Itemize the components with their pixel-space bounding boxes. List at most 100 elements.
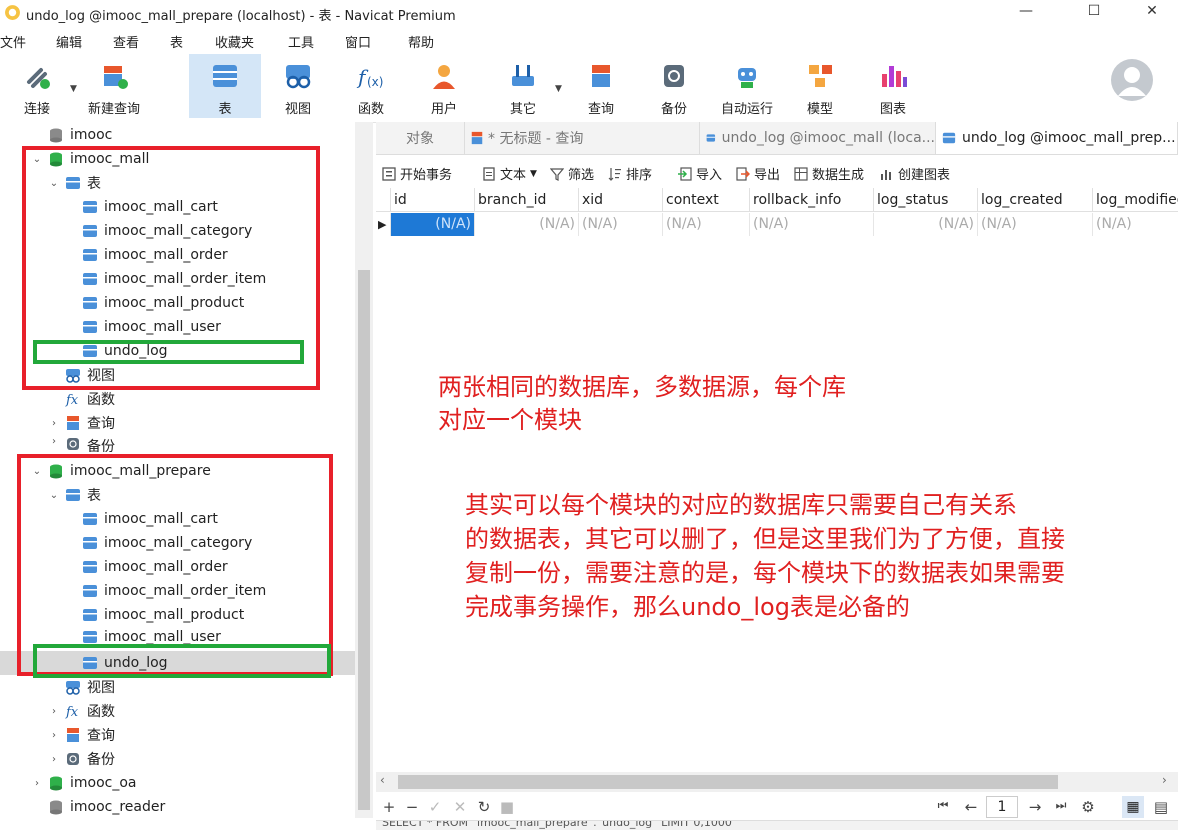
chevron-right-icon[interactable]: › (47, 754, 61, 765)
chevron-right-icon[interactable]: › (47, 706, 61, 717)
begin-transaction-button[interactable]: 开始事务 (382, 164, 452, 183)
tree-functions[interactable]: fx 函数 (65, 388, 115, 410)
discard-changes-icon[interactable]: ✕ (451, 798, 469, 816)
minimize-button[interactable]: — (1006, 0, 1046, 22)
avatar[interactable] (1110, 58, 1154, 102)
first-page-icon[interactable]: ⏮ (934, 798, 952, 813)
menu-help[interactable]: 帮助 (408, 32, 434, 51)
column-header[interactable]: log_status (874, 188, 978, 212)
transaction-icon (382, 166, 396, 181)
query-button[interactable]: 查询 (569, 54, 633, 118)
model-button[interactable]: 模型 (788, 54, 852, 118)
tree-backups[interactable]: › 备份 (47, 436, 115, 452)
stop-icon[interactable]: ■ (498, 798, 516, 816)
scroll-right-icon[interactable]: › (1162, 773, 1167, 787)
grid-view-icon[interactable]: ▦ (1122, 796, 1144, 818)
scrollbar-thumb[interactable] (358, 270, 370, 810)
grid-cell[interactable]: (N/A) (750, 213, 874, 236)
tree-db-imooc[interactable]: imooc (30, 124, 112, 146)
tab-objects[interactable]: 对象 (376, 122, 465, 154)
tab-undo-log-mall-prepare[interactable]: undo_log @imooc_mall_prep... (936, 122, 1178, 154)
grid-cell[interactable]: (N/A) (978, 213, 1093, 236)
menu-table[interactable]: 表 (170, 32, 183, 51)
menu-edit[interactable]: 编辑 (56, 32, 82, 51)
chevron-right-icon[interactable]: › (47, 730, 61, 741)
tree-db-imooc-reader[interactable]: imooc_reader (30, 796, 165, 818)
user-button[interactable]: 用户 (412, 54, 476, 118)
apply-changes-icon[interactable]: ✓ (426, 798, 444, 816)
user-icon (433, 65, 455, 89)
tree-views[interactable]: 视图 (65, 676, 115, 698)
tree-queries[interactable]: › 查询 (47, 412, 115, 434)
sort-button[interactable]: 排序 (608, 164, 652, 183)
tab-untitled-query[interactable]: * 无标题 - 查询 (464, 122, 700, 154)
backup-button[interactable]: 备份 (642, 54, 706, 118)
column-header[interactable]: xid (579, 188, 663, 212)
data-generation-button[interactable]: 数据生成 (794, 164, 864, 183)
connect-dropdown-icon[interactable]: ▼ (70, 84, 77, 94)
grid-cell[interactable]: (N/A) (579, 213, 663, 236)
settings-icon[interactable]: ⚙ (1079, 798, 1097, 816)
next-page-icon[interactable]: → (1026, 798, 1044, 816)
column-header[interactable]: log_modified (1093, 188, 1178, 212)
query-icon (67, 728, 79, 742)
grid-cell-selected[interactable]: (N/A) (391, 213, 475, 236)
chevron-right-icon[interactable]: › (47, 418, 61, 429)
tree-queries[interactable]: › 查询 (47, 724, 115, 746)
other-button[interactable]: 其它 (491, 54, 555, 118)
maximize-button[interactable]: ☐ (1074, 0, 1114, 22)
chevron-right-icon[interactable]: › (47, 436, 61, 447)
column-header[interactable]: branch_id (475, 188, 579, 212)
import-icon (678, 166, 692, 181)
record-navigation-bar: + − ✓ ✕ ↻ ■ ⏮ ← 1 → ⏭ ⚙ ▦ ▤ (376, 794, 1178, 820)
view-button[interactable]: 视图 (266, 54, 330, 118)
menu-favorites[interactable]: 收藏夹 (215, 32, 254, 51)
column-header[interactable]: rollback_info (750, 188, 874, 212)
annotation-note-1-line-2: 对应一个模块 (438, 406, 582, 434)
tab-undo-log-mall[interactable]: undo_log @imooc_mall (loca... (700, 122, 936, 154)
tree-backups[interactable]: › 备份 (47, 748, 115, 770)
backup-icon (67, 753, 79, 765)
connect-button[interactable]: 连接 (5, 54, 69, 118)
tree-db-imooc-oa[interactable]: › imooc_oa (30, 772, 137, 794)
create-chart-button[interactable]: 创建图表 (880, 164, 950, 183)
column-header[interactable]: log_created (978, 188, 1093, 212)
last-page-icon[interactable]: ⏭ (1052, 798, 1070, 813)
add-record-icon[interactable]: + (380, 798, 398, 816)
other-dropdown-icon[interactable]: ▼ (555, 84, 562, 94)
new-query-button[interactable]: 新建查询 (82, 54, 146, 118)
function-icon: fx (65, 705, 79, 719)
menu-tools[interactable]: 工具 (288, 32, 314, 51)
tree-functions[interactable]: › fx 函数 (47, 700, 115, 722)
refresh-icon[interactable]: ↻ (475, 798, 493, 816)
scrollbar-thumb[interactable] (398, 775, 1058, 789)
menu-window[interactable]: 窗口 (345, 32, 371, 51)
auto-run-button[interactable]: 自动运行 (715, 54, 779, 118)
query-icon (471, 131, 483, 145)
delete-record-icon[interactable]: − (403, 798, 421, 816)
table-button[interactable]: 表 (189, 54, 261, 118)
previous-page-icon[interactable]: ← (962, 798, 980, 816)
grid-horizontal-scrollbar[interactable]: ‹ › (376, 772, 1178, 792)
column-header[interactable]: context (663, 188, 750, 212)
grid-cell[interactable]: (N/A) (874, 213, 978, 236)
chevron-right-icon[interactable]: › (30, 778, 44, 789)
form-view-icon[interactable]: ▤ (1152, 798, 1170, 816)
text-dropdown-icon[interactable]: ▼ (530, 169, 537, 179)
import-button[interactable]: 导入 (678, 164, 722, 183)
grid-cell[interactable]: (N/A) (663, 213, 750, 236)
function-button[interactable]: f (x) 函数 (339, 54, 403, 118)
scroll-left-icon[interactable]: ‹ (380, 773, 385, 787)
page-number-input[interactable]: 1 (986, 796, 1018, 818)
tree-scrollbar[interactable] (355, 122, 373, 818)
filter-button[interactable]: 筛选 (550, 164, 594, 183)
menu-view[interactable]: 查看 (113, 32, 139, 51)
grid-cell[interactable]: (N/A) (475, 213, 579, 236)
text-button[interactable]: 文本 ▼ (482, 164, 537, 183)
column-header[interactable]: id (391, 188, 475, 212)
menu-file[interactable]: 文件 (0, 32, 26, 51)
chart-button[interactable]: 图表 (861, 54, 925, 118)
export-button[interactable]: 导出 (736, 164, 780, 183)
grid-cell[interactable]: (N/A) (1093, 213, 1178, 236)
close-button[interactable]: ✕ (1132, 0, 1172, 22)
